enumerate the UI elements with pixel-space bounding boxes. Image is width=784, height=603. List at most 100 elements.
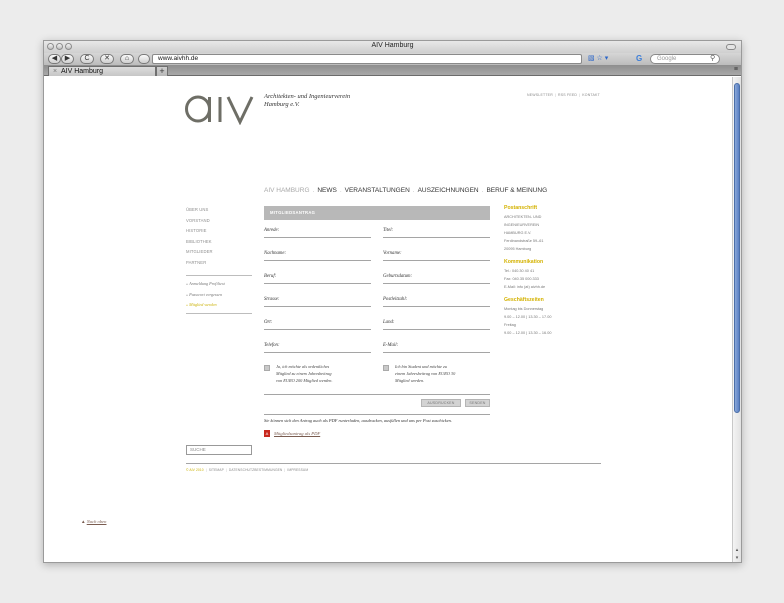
url-input[interactable]: www.aivhh.de	[152, 54, 582, 64]
subnav-mitglied-werden[interactable]: » Mitglied werden	[186, 300, 252, 311]
checkbox-ordentlich-line2: Mitglied zu einem Jahresbeitrag	[276, 371, 332, 376]
back-button[interactable]: ◀	[48, 54, 61, 64]
vertical-scrollbar[interactable]: ▴ ▾	[732, 77, 741, 562]
footer-impressum-link[interactable]: IMPRESSUM	[287, 468, 308, 472]
toolbar-toggle-button[interactable]	[726, 44, 736, 50]
form-header: MITGLIEDSANTRAG	[264, 206, 490, 220]
google-icon[interactable]: G	[636, 54, 648, 64]
nav-news[interactable]: NEWS	[317, 187, 337, 194]
back-to-top-link[interactable]: ▲ Nach oben	[81, 519, 106, 524]
footer-datenschutz-link[interactable]: DATENSCHUTZBESTIMMUNGEN	[229, 468, 283, 472]
nav-aiv-hamburg[interactable]: AIV HAMBURG	[264, 187, 310, 194]
nav-veranstaltungen[interactable]: VERANSTALTUNGEN	[345, 187, 410, 194]
back-to-top-label: Nach oben	[86, 519, 107, 524]
sidebar-item-ueber-uns[interactable]: ÜBER UNS	[186, 205, 252, 216]
geschaeftszeiten-line: Montag bis Donnerstag	[504, 307, 544, 311]
geschaeftszeiten-line: 9.00 – 12.00 | 13.30 – 17.00	[504, 315, 552, 319]
forward-button[interactable]: ▶	[61, 54, 74, 64]
nav-beruf-meinung[interactable]: BERUF & MEINUNG	[486, 187, 547, 194]
pdf-download-link[interactable]: Mitgliedsantrag als PDF	[274, 431, 320, 436]
close-tab-icon[interactable]: ×	[53, 67, 57, 76]
home-button[interactable]: ⌂	[120, 54, 134, 64]
stop-icon: ✕	[104, 55, 110, 62]
subnav-passwort[interactable]: » Passwort vergessen	[186, 290, 252, 301]
sidebar-item-vorstand[interactable]: VORSTAND	[186, 216, 252, 227]
newsletter-link[interactable]: NEWSLETTER	[527, 93, 553, 97]
bookmark-rss-icons[interactable]: ▧ ☆ ▾	[588, 54, 608, 64]
site-search-input[interactable]: SUCHE	[186, 445, 252, 455]
field-email[interactable]: E-Mail:	[383, 339, 490, 353]
field-ort[interactable]: Ort:	[264, 316, 371, 330]
postanschrift-line: Ferdinandstraße 59–61	[504, 239, 544, 243]
checkbox-student-line1: Ich bin Student und möchte zu	[395, 364, 447, 369]
field-anrede[interactable]: Anrede:	[264, 224, 371, 238]
sidebar-divider	[186, 312, 252, 314]
sidebar-item-partner[interactable]: PARTNER	[186, 258, 252, 269]
field-telefon[interactable]: Telefon:	[264, 339, 371, 353]
send-button[interactable]: SENDEN	[465, 399, 490, 407]
nav-auszeichnungen[interactable]: AUSZEICHNUNGEN	[418, 187, 479, 194]
home-icon: ⌂	[124, 55, 130, 62]
reload-button[interactable]: C	[80, 54, 94, 64]
kommunikation-line[interactable]: E-Mail: info (at) aivhh.de	[504, 283, 604, 291]
kommunikation-line: Fax: 040.35 000.333	[504, 277, 539, 281]
checkbox-student-line2: einem Jahresbeitrag von EURO 30	[395, 371, 456, 376]
field-titel[interactable]: Titel:	[383, 224, 490, 238]
checkbox-student-line3: Mitglied werden.	[395, 378, 425, 383]
sidebar-item-bibliothek[interactable]: BIBLIOTHEK	[186, 237, 252, 248]
tab-aiv-hamburg[interactable]: × AIV Hamburg	[48, 66, 156, 76]
field-postleitzahl[interactable]: Postleitzahl:	[383, 293, 490, 307]
favicon-button[interactable]	[138, 54, 150, 64]
new-tab-button[interactable]: +	[156, 66, 168, 76]
field-land[interactable]: Land:	[383, 316, 490, 330]
association-name-line1: Architekten- und Ingenieurverein	[264, 93, 351, 100]
checkbox-ordentlich-line1: Ja, ich möchte als ordentliches	[276, 364, 330, 369]
scroll-up-icon[interactable]: ▴	[734, 547, 740, 553]
browser-window: AIV Hamburg ◀ ▶ C ✕ ⌂ www.aivhh.de ▧ ☆ ▾…	[43, 40, 742, 563]
contact-column: Postanschrift ARCHITEKTEN- UND INGENIEUR…	[504, 205, 604, 337]
forward-arrow-icon: ▶	[64, 55, 71, 62]
tab-bar: × AIV Hamburg + ≡	[44, 65, 741, 76]
stop-button[interactable]: ✕	[100, 54, 114, 64]
scroll-down-icon[interactable]: ▾	[734, 555, 740, 561]
pdf-icon: A	[264, 430, 270, 437]
field-beruf[interactable]: Beruf:	[264, 270, 371, 284]
search-icon[interactable]: ⚲	[710, 54, 715, 63]
association-name-line2: Hamburg e.V.	[264, 101, 300, 108]
sidebar-item-mitglieder[interactable]: MITGLIEDER	[186, 247, 252, 258]
up-arrow-icon: ▲	[81, 519, 86, 524]
pdf-info-text: Sie können sich den Antrag auch als PDF …	[264, 418, 452, 423]
checkbox-ordentlich[interactable]	[264, 365, 270, 371]
title-bar: AIV Hamburg	[44, 41, 741, 53]
print-button[interactable]: AUSDRUCKEN	[421, 399, 461, 407]
window-title: AIV Hamburg	[371, 42, 414, 49]
subnav-anmeldung[interactable]: » Anmeldung Profiltext	[186, 279, 252, 290]
footer-sitemap-link[interactable]: SITEMAP	[209, 468, 224, 472]
checkbox-student-label: Ich bin Student und möchte zu einem Jahr…	[395, 363, 485, 384]
browser-toolbar: ◀ ▶ C ✕ ⌂ www.aivhh.de ▧ ☆ ▾ G Google ⚲	[44, 53, 741, 65]
scrollbar-thumb[interactable]	[734, 83, 740, 413]
kontakt-link[interactable]: KONTAKT	[582, 93, 600, 97]
footer-divider	[186, 463, 601, 464]
footer-copyright: © AIV 2010	[186, 468, 204, 472]
kommunikation-title: Kommunikation	[504, 259, 544, 265]
field-geburtsdatum[interactable]: Geburtsdatum:	[383, 270, 490, 284]
postanschrift-line: ARCHITEKTEN- UND	[504, 215, 542, 219]
form-divider-bottom	[264, 414, 490, 415]
postanschrift-line: HAMBURG E.V.	[504, 231, 532, 235]
association-name: Architekten- und Ingenieurverein Hamburg…	[264, 93, 404, 109]
geschaeftszeiten-title: Geschäftszeiten	[504, 297, 544, 303]
field-strasse[interactable]: Strasse:	[264, 293, 371, 307]
page-footer: © AIV 2010 | SITEMAP | DATENSCHUTZBESTIMMUNG…	[186, 468, 309, 472]
tab-menu-icon[interactable]: ≡	[734, 66, 738, 73]
checkbox-ordentlich-line3: von EURO 200 Mitglied werden.	[276, 378, 333, 383]
checkbox-student[interactable]	[383, 365, 389, 371]
form-divider	[264, 394, 490, 395]
field-vorname[interactable]: Vorname:	[383, 247, 490, 261]
tab-title: AIV Hamburg	[61, 68, 104, 75]
postanschrift-line: 20095 Hamburg	[504, 247, 532, 251]
aiv-logo[interactable]	[184, 89, 256, 125]
field-nachname[interactable]: Nachname:	[264, 247, 371, 261]
rss-feed-link[interactable]: RSS FEED	[558, 93, 577, 97]
sidebar-item-historie[interactable]: HISTORIE	[186, 226, 252, 237]
